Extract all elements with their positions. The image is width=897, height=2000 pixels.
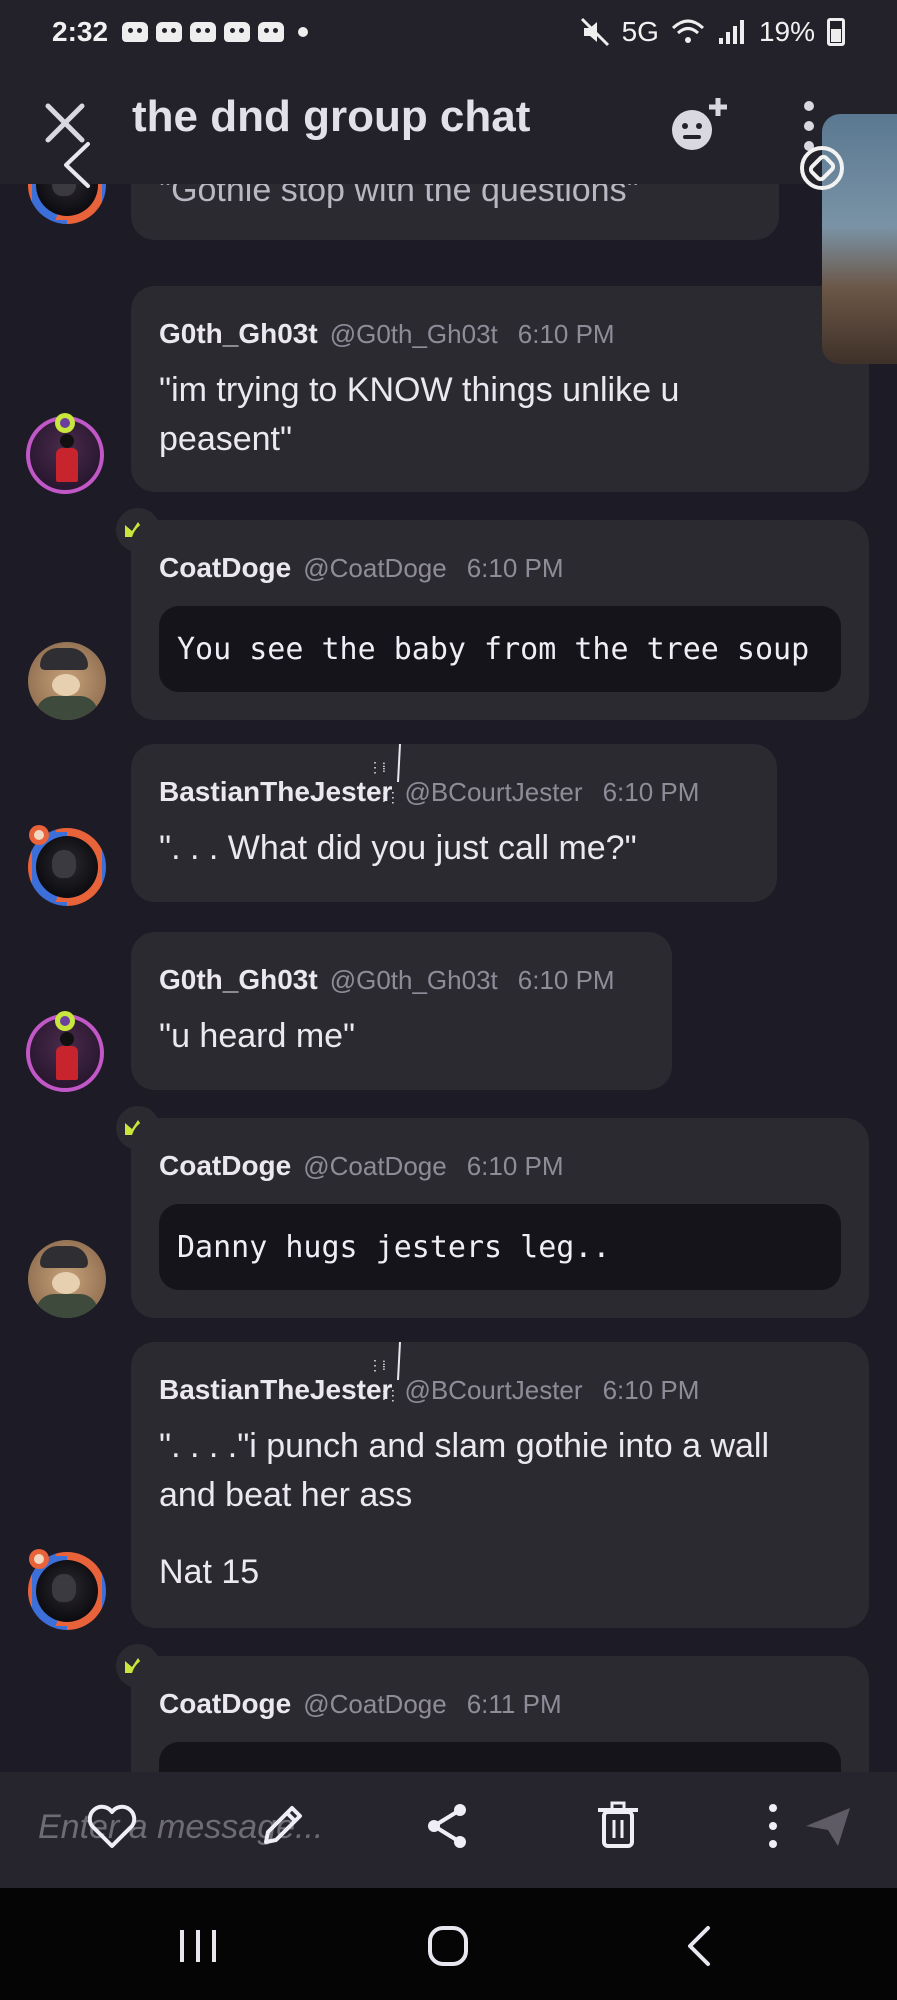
back-nav-icon[interactable]	[674, 1924, 726, 1968]
back-arrow-icon[interactable]	[58, 140, 94, 190]
message-text: "Gothie stop with the questions"	[159, 184, 639, 209]
message-composer: Enter a message...	[0, 1772, 897, 1888]
message-header: CoatDoge @CoatDoge 6:10 PM	[159, 552, 564, 584]
message-text-line: Nat 15	[159, 1553, 260, 1591]
home-icon[interactable]	[422, 1924, 474, 1968]
game-controller-icon	[258, 22, 285, 42]
notification-icons	[122, 22, 309, 42]
message-header: BastianTheJester @BCourtJester 6:10 PM	[159, 776, 699, 808]
message-list[interactable]: "Gothie stop with the questions" G0th_Gh…	[0, 184, 897, 1772]
wifi-icon	[671, 19, 704, 43]
game-controller-icon	[122, 22, 149, 42]
badge-icon	[29, 1549, 49, 1569]
message-handle: @BCourtJester	[404, 1375, 583, 1405]
message-bubble[interactable]: CoatDoge @CoatDoge 6:10 PM You see the b…	[131, 520, 869, 720]
message-timestamp: 6:10 PM	[602, 1375, 700, 1405]
battery-icon	[827, 18, 845, 46]
glitch-text-decoration: ⋮⁞ ⁞⋮	[368, 1341, 401, 1404]
status-right: 5G 19%	[580, 16, 845, 48]
send-icon[interactable]	[800, 1798, 856, 1854]
message-text-line: peasent"	[159, 420, 293, 458]
message-username[interactable]: G0th_Gh03t	[159, 964, 318, 996]
code-block: Danny hugs jesters leg..	[159, 1204, 841, 1290]
avatar[interactable]	[28, 184, 106, 224]
rotate-screen-icon[interactable]	[796, 142, 848, 194]
code-block: You see the baby from the tree soup	[159, 606, 841, 692]
message-timestamp: 6:10 PM	[466, 553, 564, 583]
message-bubble[interactable]: BastianTheJester @BCourtJester 6:10 PM "…	[131, 1342, 869, 1628]
message-bubble[interactable]: BastianTheJester @BCourtJester 6:10 PM "…	[131, 744, 777, 902]
signal-icon	[718, 20, 744, 44]
message-text: "u heard me"	[159, 1017, 356, 1055]
battery-label: 19%	[758, 16, 815, 47]
message-username[interactable]: BastianTheJester	[159, 1374, 392, 1406]
message-username[interactable]: BastianTheJester	[159, 776, 392, 808]
message-timestamp: 6:11 PM	[466, 1689, 562, 1719]
message-username[interactable]: G0th_Gh03t	[159, 318, 318, 350]
badge-icon	[55, 413, 75, 433]
chat-title: the dnd group chat	[132, 92, 531, 141]
svg-text:⁞⋮: ⁞⋮	[382, 790, 400, 806]
message-handle: @CoatDoge	[303, 1689, 447, 1719]
message-handle: @CoatDoge	[303, 553, 447, 583]
svg-text:⁞⋮: ⁞⋮	[382, 1388, 400, 1404]
message-handle: @CoatDoge	[303, 1151, 447, 1181]
message-bubble[interactable]: CoatDoge @CoatDoge 6:11 PM	[131, 1656, 869, 1772]
message-header: BastianTheJester @BCourtJester 6:10 PM	[159, 1374, 699, 1406]
message-handle: @G0th_Gh03t	[329, 965, 498, 995]
message-header: CoatDoge @CoatDoge 6:11 PM	[159, 1688, 562, 1720]
share-icon[interactable]	[420, 1798, 476, 1854]
message-timestamp: 6:10 PM	[466, 1151, 564, 1181]
message-header: CoatDoge @CoatDoge 6:10 PM	[159, 1150, 564, 1182]
message-text: ". . . ."i punch and slam gothie into a …	[159, 1422, 769, 1597]
message-text-line: "im trying to KNOW things unlike u	[159, 371, 680, 409]
message-bubble[interactable]: CoatDoge @CoatDoge 6:10 PM Danny hugs je…	[131, 1118, 869, 1318]
message-text: "im trying to KNOW things unlike u pease…	[159, 366, 679, 464]
badge-icon	[29, 825, 49, 845]
network-label: 5G	[621, 16, 659, 47]
code-block	[159, 1742, 841, 1772]
message-header: G0th_Gh03t @G0th_Gh03t 6:10 PM	[159, 964, 615, 996]
message-text-line: and beat her ass	[159, 1476, 413, 1514]
message-handle: @BCourtJester	[404, 777, 583, 807]
glitch-text-decoration: ⋮⁞ ⁞⋮	[368, 743, 401, 806]
heart-icon[interactable]	[84, 1798, 140, 1854]
message-bubble[interactable]: G0th_Gh03t @G0th_Gh03t 6:10 PM "u heard …	[131, 932, 672, 1090]
game-controller-icon	[156, 22, 183, 42]
message-header: G0th_Gh03t @G0th_Gh03t 6:10 PM	[159, 318, 615, 350]
trash-icon[interactable]	[590, 1798, 646, 1854]
message-handle: @G0th_Gh03t	[329, 319, 498, 349]
message-username[interactable]: CoatDoge	[159, 1150, 291, 1182]
more-notifications-dot	[298, 27, 309, 37]
message-bubble[interactable]: "Gothie stop with the questions"	[131, 184, 779, 240]
pencil-icon[interactable]	[254, 1798, 310, 1854]
avatar[interactable]	[28, 1240, 106, 1318]
message-timestamp: 6:10 PM	[517, 319, 615, 349]
chat-header: the dnd group chat	[0, 64, 897, 184]
message-timestamp: 6:10 PM	[517, 965, 615, 995]
game-controller-icon	[190, 22, 217, 42]
message-username[interactable]: CoatDoge	[159, 552, 291, 584]
message-username[interactable]: CoatDoge	[159, 1688, 291, 1720]
svg-text:⋮⁞: ⋮⁞	[368, 760, 386, 776]
badge-icon	[55, 1011, 75, 1031]
emoji-add-icon[interactable]	[668, 92, 734, 158]
more-vertical-icon[interactable]	[758, 1798, 788, 1854]
system-nav-bar	[0, 1888, 897, 2000]
svg-text:⋮⁞: ⋮⁞	[368, 1358, 386, 1374]
status-time: 2:32	[52, 16, 109, 47]
mute-icon	[580, 17, 609, 47]
status-bar: 2:32 5G 19%	[0, 0, 897, 64]
game-controller-icon	[224, 22, 251, 42]
avatar[interactable]	[28, 642, 106, 720]
recent-apps-icon[interactable]	[172, 1924, 224, 1968]
message-timestamp: 6:10 PM	[602, 777, 700, 807]
message-text-line: ". . . ."i punch and slam gothie into a …	[159, 1427, 770, 1465]
message-bubble[interactable]: G0th_Gh03t @G0th_Gh03t 6:10 PM "im tryin…	[131, 286, 869, 492]
